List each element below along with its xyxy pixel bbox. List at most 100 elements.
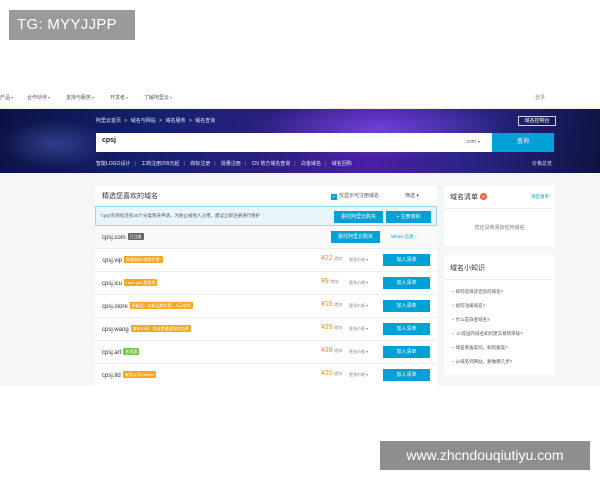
clear-cart-link[interactable]: 清空清单 <box>531 194 549 200</box>
login-link[interactable]: 登录 <box>535 94 545 101</box>
breadcrumb-domains-sites[interactable]: 域名与网站 <box>131 118 156 124</box>
tip-link[interactable]: • 什么是白金域名? <box>452 317 490 323</box>
chevron-down-icon: ▾ <box>11 95 14 100</box>
add-to-cart-button[interactable]: 加入清单 <box>383 277 430 289</box>
divider: | <box>244 161 247 167</box>
promo-badge: 每年小网，你这是最爱呢的品牌 <box>130 325 191 332</box>
tip-link[interactable]: • 从域名到网站，要做哪几步? <box>452 359 512 365</box>
tip-link[interactable]: • 如何选择适合您的域名? <box>452 289 503 295</box>
add-to-cart-button[interactable]: 加入清单 <box>383 254 430 266</box>
divider: | <box>134 161 136 167</box>
nav-item-products[interactable]: 产品▾ <box>0 94 13 101</box>
add-to-cart-button[interactable]: 加入清单 <box>383 323 430 335</box>
chevron-down-icon: ▾ <box>366 257 369 262</box>
results-title: 精选您喜欢的域名 <box>102 193 158 200</box>
chevron-down-icon: ▾ <box>170 95 173 100</box>
search-button[interactable]: 查询 <box>492 133 554 152</box>
promo-badge: 星级店—全新品牌优惠，8元/首年 <box>129 302 194 309</box>
breadcrumb-home[interactable]: 阿里云首页 <box>96 118 121 124</box>
suffix-select[interactable]: .com ▾ <box>465 139 480 145</box>
domain-name: cpsj.com 已注册 <box>102 233 144 241</box>
domain-row: cpsj.wang 每年小网，你这是最爱呢的品牌 ¥29/首年 更多价格 ▾ 加入… <box>95 318 437 341</box>
quick-link-cn-region[interactable]: CN 地方域名查询 <box>252 161 291 167</box>
domain-search-bar: cpsj .com ▾ 查询 <box>96 133 554 152</box>
promo-badge: 艺术家 <box>123 348 140 355</box>
domain-price: ¥39/首年 <box>321 347 343 354</box>
quick-link-platinum[interactable]: 白金域名 <box>301 161 321 167</box>
domain-name: cpsj.ltd 有限公司Limited <box>102 371 156 379</box>
notice-text: “cpsj”的商标还有45个分类暂未申请，为防止被他人占用，建议立即注册进行保护 <box>100 213 261 218</box>
promo-badge: 有限公司Limited <box>122 371 156 378</box>
search-hero: 阿里云首页 > 域名与网站 > 域名服务 > 域名查询 域名控制台 cpsj .… <box>0 109 600 173</box>
consign-purchase-button[interactable]: 委托阿里云购买 <box>334 211 383 223</box>
nav-item-support[interactable]: 支持与服务▾ <box>66 94 94 101</box>
more-prices-dropdown[interactable]: 更多价格 ▾ <box>349 349 368 355</box>
chevron-down-icon: ▾ <box>366 349 369 354</box>
domain-price: ¥20/首年 <box>321 370 343 377</box>
whois-link[interactable]: Whois 信息 › <box>391 234 417 240</box>
breadcrumb-domain-service[interactable]: 域名服务 <box>165 118 185 124</box>
tip-link[interactable]: • .cn等国内域名如何建交易转审核? <box>452 331 523 337</box>
add-to-cart-button[interactable]: 加入清单 <box>383 369 430 381</box>
cart-title: 域名清单 0 <box>450 192 487 202</box>
quick-link-company[interactable]: 工商注册299元起 <box>141 161 179 167</box>
register-trademark-button[interactable]: + 注册商标 <box>386 211 431 223</box>
top-navigation: 产品▾ 合作伙伴▾ 支持与服务▾ 开发者▾ 了解阿里云▾ 登录 <box>0 88 600 109</box>
domain-name: cpsj.vip 高端商标“邮政专用” <box>102 256 163 264</box>
domain-tips-panel: 域名小知识 • 如何选择适合您的域名? • 如何注册域名? • 什么是白金域名? •.… <box>444 255 555 375</box>
more-prices-dropdown[interactable]: 更多价格 ▾ <box>349 257 368 263</box>
cart-count-badge: 0 <box>480 193 487 200</box>
chevron-down-icon: ▾ <box>366 326 369 331</box>
chevron-down-icon: ▾ <box>48 95 51 100</box>
nav-item-developers[interactable]: 开发者▾ <box>110 94 128 101</box>
breadcrumb-separator: > <box>159 118 163 124</box>
divider: | <box>324 161 327 167</box>
status-badge: 已注册 <box>127 233 144 240</box>
more-prices-dropdown[interactable]: 更多价格 ▾ <box>349 280 368 286</box>
nav-item-partners[interactable]: 合作伙伴▾ <box>27 94 50 101</box>
search-input[interactable]: cpsj <box>102 137 116 144</box>
quick-link-logo[interactable]: 智能LOGO设计 <box>96 161 130 167</box>
page-screenshot: 产品▾ 合作伙伴▾ 支持与服务▾ 开发者▾ 了解阿里云▾ 登录 阿里云首页 > … <box>0 88 600 386</box>
quick-link-buyback[interactable]: 域名回购 <box>332 161 352 167</box>
divider <box>444 279 555 280</box>
price-overview-link[interactable]: 价格总览 <box>532 160 552 167</box>
tip-link[interactable]: • 域名看备案吗，如何备案? <box>452 345 508 351</box>
chevron-down-icon: ▾ <box>366 303 369 308</box>
watermark-bottom: www.zhcndouqiutiyu.com <box>380 441 590 470</box>
promo-badge: I see you,我爱你 <box>124 279 158 286</box>
trademark-notice: “cpsj”的商标还有45个分类暂未申请，为防止被他人占用，建议立即注册进行保护… <box>95 206 437 226</box>
results-header: 精选您喜欢的域名 ✓ 仅显示可注册域名 筛选 ▾ <box>95 186 437 206</box>
only-registrable-checkbox[interactable]: ✓ 仅显示可注册域名 <box>331 192 379 200</box>
tip-link[interactable]: • 如何注册域名? <box>452 303 485 309</box>
more-prices-dropdown[interactable]: 更多价格 ▾ <box>349 326 368 332</box>
add-to-cart-button[interactable]: 加入清单 <box>383 346 430 358</box>
divider: | <box>294 161 296 167</box>
consign-purchase-button[interactable]: 委托阿里云购买 <box>331 231 380 243</box>
divider <box>444 208 555 209</box>
domain-name: cpsj.art 艺术家 <box>102 348 140 356</box>
domain-name: cpsj.icu I see you,我爱你 <box>102 279 158 287</box>
quick-link-trademark[interactable]: 商标注册 <box>190 161 210 167</box>
domain-console-button[interactable]: 域名控制台 <box>518 116 556 126</box>
domain-row: cpsj.vip 高端商标“邮政专用” ¥22/首年 更多价格 ▾ 加入清单 <box>95 249 437 272</box>
divider: | <box>183 161 185 167</box>
promo-badge: 高端商标“邮政专用” <box>124 256 163 263</box>
domain-results-card: 精选您喜欢的域名 ✓ 仅显示可注册域名 筛选 ▾ “cpsj”的商标还有45个分类… <box>95 186 437 386</box>
divider: | <box>214 161 216 167</box>
checkbox-checked-icon: ✓ <box>331 194 337 200</box>
quick-link-batch[interactable]: 批量注册 <box>221 161 241 167</box>
breadcrumb: 阿里云首页 > 域名与网站 > 域名服务 > 域名查询 <box>96 117 217 124</box>
domain-row: cpsj.ltd 有限公司Limited ¥20/首年 更多价格 ▾ 加入清单 <box>95 364 437 386</box>
more-prices-dropdown[interactable]: 更多价格 ▾ <box>349 372 368 378</box>
filter-dropdown[interactable]: 筛选 ▾ <box>405 192 419 199</box>
breadcrumb-separator: > <box>124 118 128 124</box>
watermark-top: TG: MYYJJPP <box>9 10 135 40</box>
domain-price: ¥22/首年 <box>321 255 343 262</box>
add-to-cart-button[interactable]: 加入清单 <box>383 300 430 312</box>
domain-name: cpsj.wang 每年小网，你这是最爱呢的品牌 <box>102 325 191 333</box>
more-prices-dropdown[interactable]: 更多价格 ▾ <box>349 303 368 309</box>
chevron-down-icon: ▾ <box>366 372 369 377</box>
domain-row: cpsj.store 星级店—全新品牌优惠，8元/首年 ¥15/首年 更多价格 ▾… <box>95 295 437 318</box>
nav-item-about[interactable]: 了解阿里云▾ <box>144 94 172 101</box>
